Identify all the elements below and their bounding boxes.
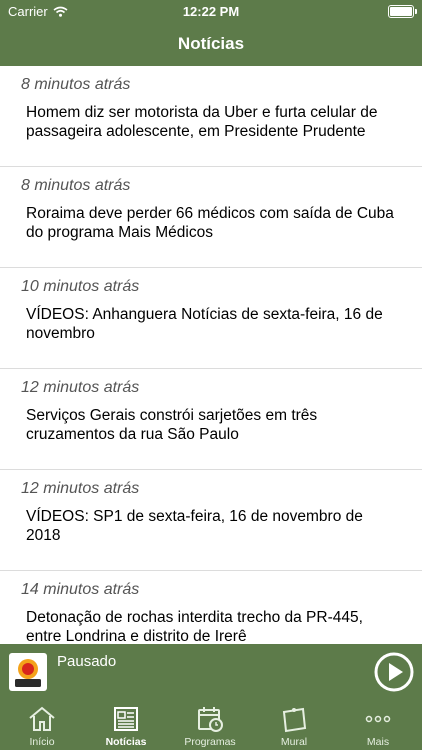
navigation-header: Carrier 12:22 PM Notícias [0,0,422,66]
home-icon [29,706,55,731]
page-title: Notícias [177,34,245,53]
station-logo [9,653,47,691]
newspaper-icon [114,707,138,731]
news-headline: Homem diz ser motorista da Uber e furta … [26,104,378,140]
news-time: 8 minutos atrás [21,76,131,93]
tab-programas[interactable]: Programas [168,700,252,750]
news-item[interactable]: 14 minutos atrás Detonação de rochas int… [0,571,422,644]
news-item[interactable]: 10 minutos atrás VÍDEOS: Anhanguera Notí… [0,268,422,369]
news-item[interactable]: 12 minutos atrás Serviços Gerais constró… [0,369,422,470]
more-icon [365,715,391,723]
news-item[interactable]: 8 minutos atrás Homem diz ser motorista … [0,66,422,167]
news-item[interactable]: 12 minutos atrás VÍDEOS: SP1 de sexta-fe… [0,470,422,571]
tab-label: Notícias [105,736,147,748]
tab-label: Programas [184,736,236,748]
status-time: 12:22 PM [182,4,240,19]
tab-inicio[interactable]: Início [0,700,84,750]
news-time: 8 minutos atrás [21,177,131,194]
tab-label: Mural [280,736,308,748]
tab-label: Início [29,736,55,748]
status-bar: Carrier 12:22 PM [0,0,422,22]
news-time: 12 minutos atrás [21,480,140,497]
radio-player-bar[interactable]: Pausado [0,644,422,700]
news-headline: VÍDEOS: Anhanguera Notícias de sexta-fei… [26,306,383,342]
battery-icon [388,5,417,18]
tab-bar: Início Notícias Programas Mural Mais [0,700,422,750]
playback-status: Pausado [57,653,117,670]
news-headline: VÍDEOS: SP1 de sexta-feira, 16 de novemb… [26,508,363,544]
news-time: 14 minutos atrás [21,581,140,598]
news-time: 12 minutos atrás [21,379,140,396]
news-list[interactable]: 8 minutos atrás Homem diz ser motorista … [0,66,422,644]
news-headline: Roraima deve perder 66 médicos com saída… [26,205,394,241]
news-item[interactable]: 8 minutos atrás Roraima deve perder 66 m… [0,167,422,268]
news-headline: Serviços Gerais constrói sarjetões em tr… [26,407,318,443]
news-headline: Detonação de rochas interdita trecho da … [26,609,363,644]
calendar-icon [198,707,223,732]
news-time: 10 minutos atrás [21,278,140,295]
tab-label: Mais [366,736,390,748]
tab-mais[interactable]: Mais [336,700,420,750]
play-button[interactable] [374,652,414,692]
tab-noticias[interactable]: Notícias [84,700,168,750]
station-logo-icon [15,659,41,687]
board-icon [282,707,307,733]
tab-mural[interactable]: Mural [252,700,336,750]
